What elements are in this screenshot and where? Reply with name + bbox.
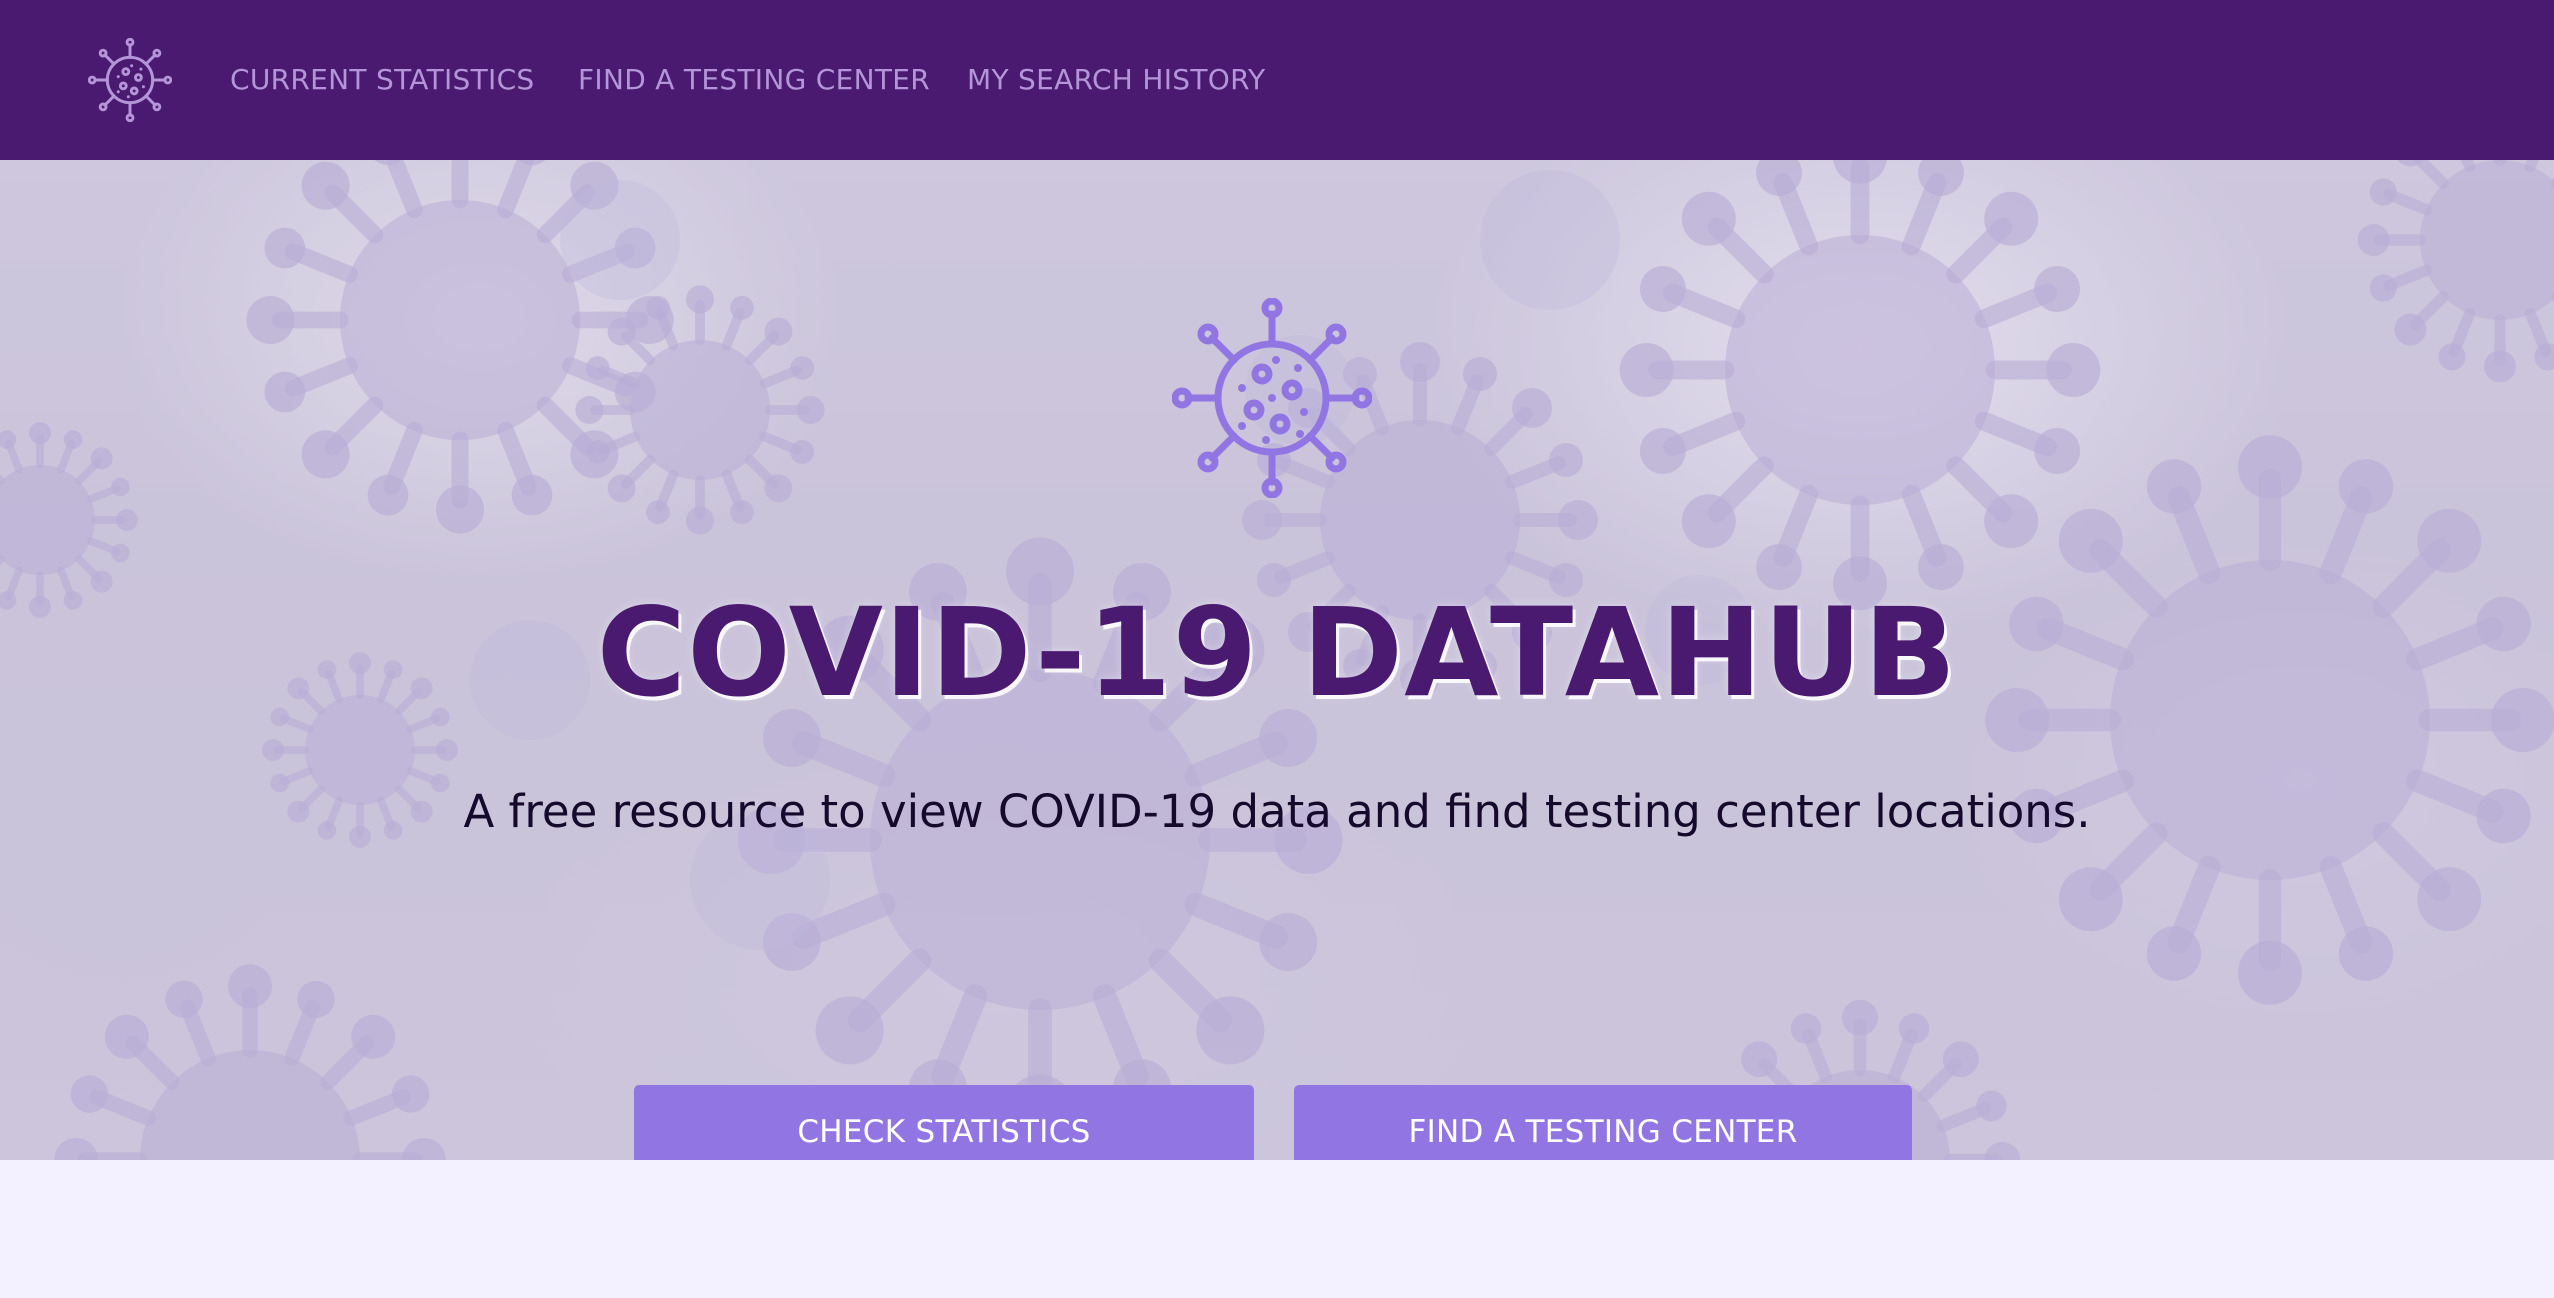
find-testing-center-button[interactable]: FIND A TESTING CENTER: [1294, 1085, 1912, 1160]
nav-link-find-testing-center[interactable]: FIND A TESTING CENTER: [578, 62, 930, 98]
virus-icon[interactable]: [88, 38, 172, 122]
check-statistics-button[interactable]: CHECK STATISTICS: [634, 1085, 1254, 1160]
nav-link-current-statistics[interactable]: CURRENT STATISTICS: [230, 62, 535, 98]
nav-link-search-history[interactable]: MY SEARCH HISTORY: [967, 62, 1265, 98]
hero-section: COVID-19 DATAHUB A free resource to view…: [0, 160, 2554, 1160]
content-area: [0, 1160, 2554, 1298]
page-title: COVID-19 DATAHUB: [596, 582, 1958, 724]
top-navbar: CURRENT STATISTICS FIND A TESTING CENTER…: [0, 0, 2554, 160]
hero-subtitle: A free resource to view COVID-19 data an…: [463, 785, 2091, 838]
virus-icon: [1172, 298, 1372, 498]
